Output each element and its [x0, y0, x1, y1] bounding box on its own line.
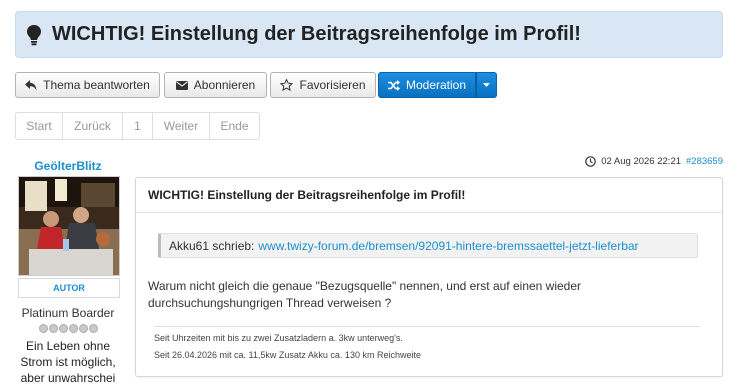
rank-star-icon	[58, 324, 68, 333]
pagination-prev[interactable]: Zurück	[63, 113, 123, 139]
lightbulb-icon	[26, 23, 44, 47]
author-username[interactable]: GeölterBlitz	[15, 158, 121, 174]
topic-header: WICHTIG! Einstellung der Beitragsreihenf…	[15, 11, 723, 58]
rank-title: Platinum Boarder	[21, 306, 115, 320]
shuffle-icon	[387, 79, 400, 91]
post-quote: Akku61 schrieb: www.twizy-forum.de/brems…	[158, 233, 698, 258]
post-container: WICHTIG! Einstellung der Beitragsreihenf…	[135, 177, 723, 377]
quote-link[interactable]: www.twizy-forum.de/bremsen/92091-hintere…	[258, 239, 638, 253]
rank-star-icon	[38, 324, 48, 333]
post-permalink[interactable]: #283659	[686, 156, 723, 167]
reply-button[interactable]: Thema beantworten	[15, 72, 160, 98]
pagination-last[interactable]: Ende	[210, 113, 259, 139]
quote-author: Akku61 schrieb:	[169, 238, 255, 253]
reply-button-label: Thema beantworten	[43, 78, 150, 92]
pagination: Start Zurück 1 Weiter Ende	[15, 112, 260, 140]
envelope-icon	[175, 80, 188, 90]
avatar[interactable]	[18, 176, 120, 276]
rank-stars	[15, 324, 121, 333]
post-timestamp: 02 Aug 2026 22:21	[601, 156, 682, 167]
rank-badge: AUTOR	[18, 278, 120, 298]
pagination-next[interactable]: Weiter	[153, 113, 210, 139]
post-body: Warum nicht gleich die genaue "Bezugsque…	[148, 279, 582, 310]
favorite-button-label: Favorisieren	[299, 78, 366, 92]
topic-title: WICHTIG! Einstellung der Beitragsreihenf…	[52, 23, 581, 45]
reply-icon	[25, 79, 37, 90]
subscribe-button-label: Abonnieren	[193, 78, 256, 92]
signature-line: Seit 26.04.2026 mit ca. 11,5kw Zusatz Ak…	[154, 350, 421, 360]
author-personal-text: Ein Leben ohne Strom ist möglich, aber u…	[20, 339, 116, 385]
signature-line: Seit Uhrzeiten mit bis zu zwei Zusatzlad…	[154, 333, 403, 343]
rank-star-icon	[48, 324, 58, 333]
moderation-button-label: Moderation	[405, 78, 467, 92]
pagination-current[interactable]: 1	[123, 113, 153, 139]
signature-divider	[154, 326, 700, 327]
post-meta: 02 Aug 2026 22:21 #283659	[585, 156, 723, 167]
star-icon	[280, 79, 294, 91]
caret-down-icon	[483, 83, 490, 87]
post-author-profile: GeölterBlitz AUTOR Platinum Boarder Ein …	[15, 158, 121, 386]
favorite-button[interactable]: Favorisieren	[270, 72, 376, 98]
rank-star-icon	[78, 324, 88, 333]
subscribe-button[interactable]: Abonnieren	[164, 72, 267, 98]
post-subject: WICHTIG! Einstellung der Beitragsreihenf…	[136, 178, 722, 213]
moderation-dropdown-toggle[interactable]	[476, 72, 497, 98]
rank-star-icon	[68, 324, 78, 333]
pagination-first[interactable]: Start	[16, 113, 63, 139]
rank-star-icon	[88, 324, 98, 333]
moderation-button[interactable]: Moderation	[378, 72, 476, 98]
clock-icon	[585, 156, 597, 167]
